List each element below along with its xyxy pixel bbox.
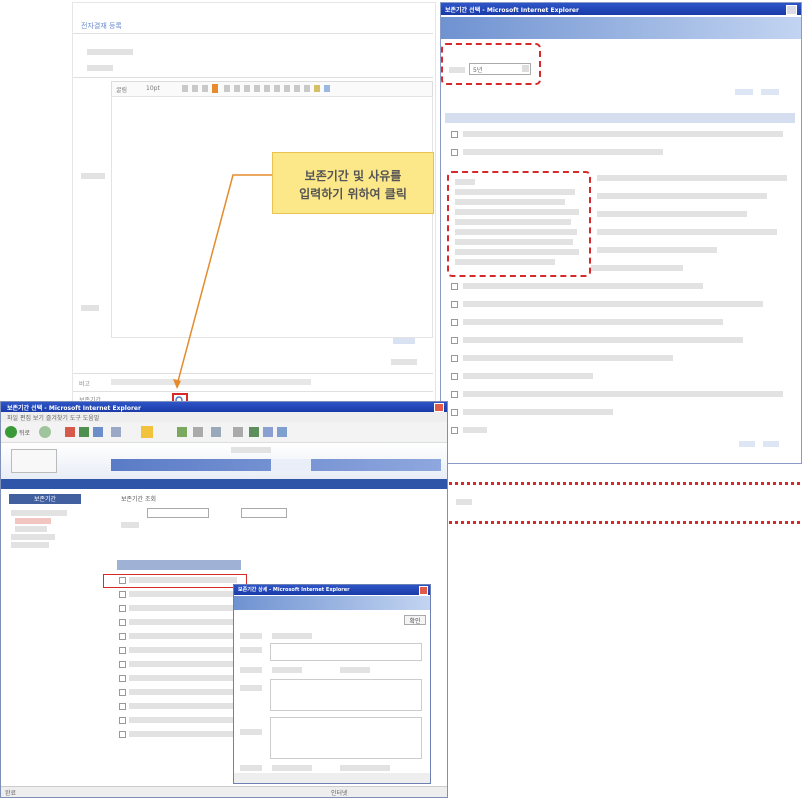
mail-icon[interactable] [211,427,221,437]
sidebar-item[interactable] [15,526,47,532]
back-icon[interactable] [5,426,17,438]
option-radio[interactable] [451,427,458,434]
browser-menu-items[interactable]: 파일 편집 보기 즐겨찾기 도구 도움말 [7,413,99,422]
dialog-reason-box[interactable] [270,717,422,759]
dialog-statusbar [234,773,430,783]
print-icon[interactable] [233,427,243,437]
dialog-confirm-button[interactable]: 확인 [404,615,426,625]
site-logo[interactable] [11,449,57,473]
status-left: 완료 [5,790,17,797]
dialog-header-band [234,596,430,610]
back-label[interactable]: 뒤로 [19,428,30,437]
popup-header-band [441,17,801,39]
status-right: 인터넷 [331,790,348,797]
forward-icon[interactable] [39,426,51,438]
instruction-callout: 보존기간 및 사유를 입력하기 위하여 클릭 [272,152,434,214]
option-radio[interactable] [451,149,458,156]
retention-select-value: 5년 [473,67,483,74]
detail-dialog: 보존기간 상세 - Microsoft Internet Explorer 확인 [233,584,431,784]
list-header [445,113,795,123]
retention-period-select[interactable]: 5년 [469,63,531,75]
chevron-down-icon [522,65,529,72]
popup-confirm-link-top[interactable] [735,89,753,95]
results-list [103,574,247,754]
media-icon[interactable] [177,427,187,437]
dialog-textarea[interactable] [270,679,422,711]
popup-titlebar: 보존기간 선택 - Microsoft Internet Explorer [441,3,801,15]
results-header [117,560,241,570]
sidebar-item[interactable] [11,542,49,548]
retention-reasons-highlight [447,171,591,277]
home-icon[interactable] [93,427,103,437]
dialog-form [240,629,424,779]
option-radio[interactable] [451,337,458,344]
research-icon[interactable] [277,427,287,437]
refresh-icon[interactable] [79,427,89,437]
browser-statusbar: 완료 인터넷 [1,786,447,797]
sidebar: 보존기간 [5,494,89,764]
site-subheader [1,479,447,489]
browser-window: 보존기간 선택 - Microsoft Internet Explorer 파일… [0,401,448,798]
browser-menubar: 파일 편집 보기 즐겨찾기 도구 도움말 [1,412,447,422]
site-header [1,443,447,479]
favorites-icon[interactable] [141,426,153,438]
section-title: 보존기간 조회 [121,496,157,503]
option-radio[interactable] [451,301,458,308]
search-toolbar-icon[interactable] [111,427,121,437]
callout-line-2: 입력하기 위하여 클릭 [299,187,407,201]
option-radio[interactable] [451,355,458,362]
retention-popup-window: 보존기간 선택 - Microsoft Internet Explorer 5년 [440,2,802,464]
dialog-titlebar: 보존기간 상세 - Microsoft Internet Explorer [234,585,430,595]
history-icon[interactable] [193,427,203,437]
dialog-close-icon[interactable] [419,586,428,595]
popup-title: 보존기간 선택 - Microsoft Internet Explorer [445,7,579,14]
browser-titlebar: 보존기간 선택 - Microsoft Internet Explorer [1,402,447,412]
sidebar-item-active[interactable] [15,518,51,524]
edit-icon[interactable] [249,427,259,437]
callout-line-1: 보존기간 및 사유를 [304,169,402,183]
browser-title: 보존기간 선택 - Microsoft Internet Explorer [7,405,141,412]
option-radio[interactable] [451,283,458,290]
sidebar-title: 보존기간 [9,494,81,504]
dialog-field[interactable] [270,643,422,661]
option-radio[interactable] [451,131,458,138]
popup-close-icon[interactable] [786,5,797,15]
site-nav [111,459,441,471]
option-radio[interactable] [451,391,458,398]
nav-tab-active[interactable] [271,459,311,471]
browser-toolbar: 뒤로 [1,422,447,443]
option-radio[interactable] [451,319,458,326]
option-radio[interactable] [451,409,458,416]
browser-close-icon[interactable] [434,403,444,412]
stop-icon[interactable] [65,427,75,437]
messenger-icon[interactable] [263,427,273,437]
filter-select-2[interactable] [241,508,287,518]
filter-select[interactable] [147,508,209,518]
sidebar-item[interactable] [11,510,67,516]
popup-confirm-link-bottom[interactable] [739,441,755,447]
popup-close-link-bottom[interactable] [763,441,779,447]
sidebar-item[interactable] [11,534,55,540]
highlight-strip [442,482,800,524]
dialog-title: 보존기간 상세 - Microsoft Internet Explorer [238,587,350,593]
popup-close-link-top[interactable] [761,89,779,95]
option-radio[interactable] [451,373,458,380]
